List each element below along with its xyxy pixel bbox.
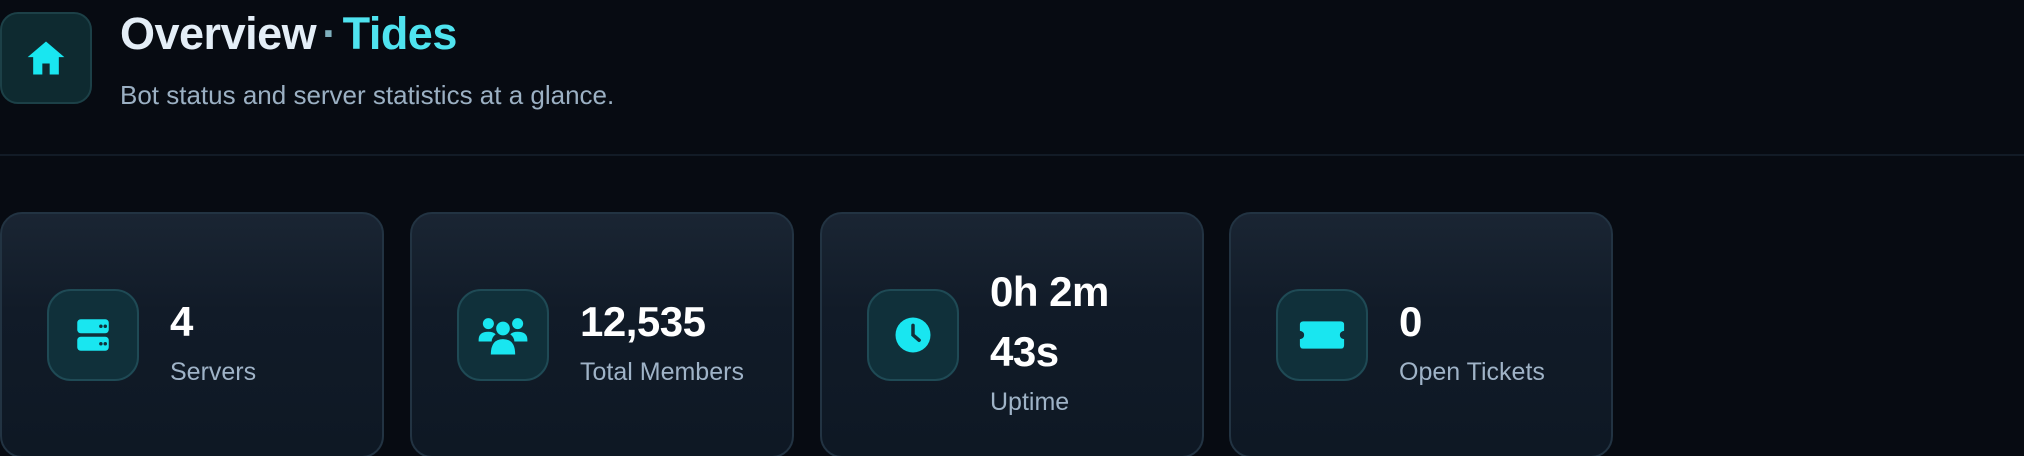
- page-subtitle: Bot status and server statistics at a gl…: [120, 80, 615, 110]
- header-divider: [0, 154, 2024, 156]
- page-title-main: Overview: [120, 8, 317, 59]
- overview-page: Overview · Tides Bot status and server sta…: [0, 0, 2024, 456]
- stat-value-uptime: 0h 2m 43s: [990, 268, 1109, 375]
- title-separator: ·: [322, 8, 337, 59]
- ticket-icon: [1276, 289, 1368, 381]
- stat-value-tickets: 0: [1399, 298, 1422, 345]
- bot-name: Tides: [342, 8, 458, 59]
- server-icon: [47, 289, 139, 381]
- stat-label-uptime: Uptime: [990, 388, 1070, 416]
- stat-label-servers: Servers: [170, 358, 257, 386]
- clock-icon: [867, 289, 959, 381]
- stat-value-servers: 4: [170, 298, 193, 345]
- users-icon: [457, 289, 549, 381]
- stat-value-members: 12,535: [580, 298, 706, 345]
- home-icon: [0, 12, 92, 104]
- stat-card-uptime: 0h 2m 43s Uptime: [820, 212, 1204, 456]
- stat-card-servers: 4 Servers: [0, 212, 384, 456]
- page-title: Overview · Tides: [120, 6, 457, 62]
- stat-label-tickets: Open Tickets: [1399, 358, 1545, 386]
- stat-card-members: 12,535 Total Members: [410, 212, 794, 456]
- stat-card-tickets: 0 Open Tickets: [1229, 212, 1613, 456]
- stat-label-members: Total Members: [580, 358, 744, 386]
